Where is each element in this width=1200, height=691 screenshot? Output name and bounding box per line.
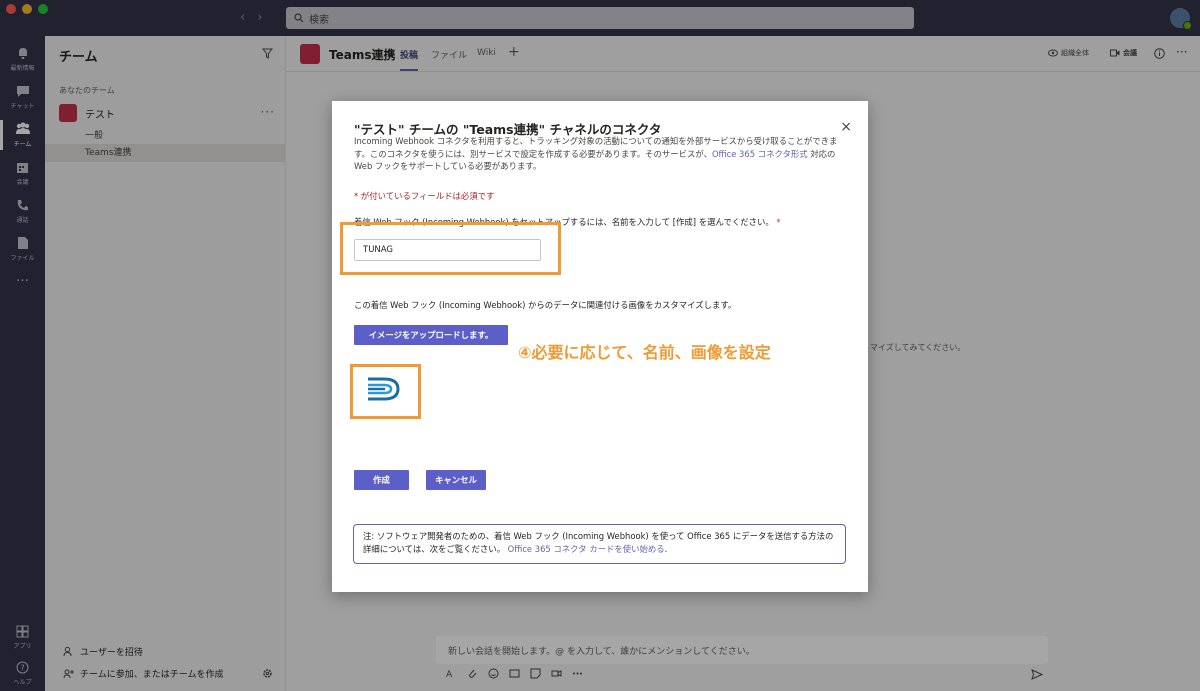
required-fields-note: * が付いているフィールドは必須です	[354, 191, 495, 201]
create-button[interactable]: 作成	[354, 470, 409, 490]
image-field-label: この着信 Web フック (Incoming Webhook) からのデータに関…	[354, 300, 737, 310]
connector-format-link[interactable]: Office 365 コネクタ形式	[712, 149, 808, 159]
name-highlight-box	[340, 222, 561, 275]
close-icon[interactable]: ×	[840, 119, 852, 135]
upload-image-button[interactable]: イメージをアップロードします。	[354, 325, 508, 345]
connector-card-link[interactable]: Office 365 コネクタ カードを使い始める	[508, 544, 665, 554]
developer-note: 注: ソフトウェア開発者のための、着信 Web フック (Incoming We…	[353, 524, 846, 564]
cancel-button[interactable]: キャンセル	[426, 470, 486, 490]
dialog-description: Incoming Webhook コネクタを利用すると、トラッキング対象の活動に…	[354, 135, 850, 173]
required-star: *	[776, 217, 781, 227]
image-highlight-box	[350, 364, 421, 419]
step-annotation: ④必要に応じて、名前、画像を設定	[518, 343, 771, 362]
note-end: .	[664, 543, 668, 554]
